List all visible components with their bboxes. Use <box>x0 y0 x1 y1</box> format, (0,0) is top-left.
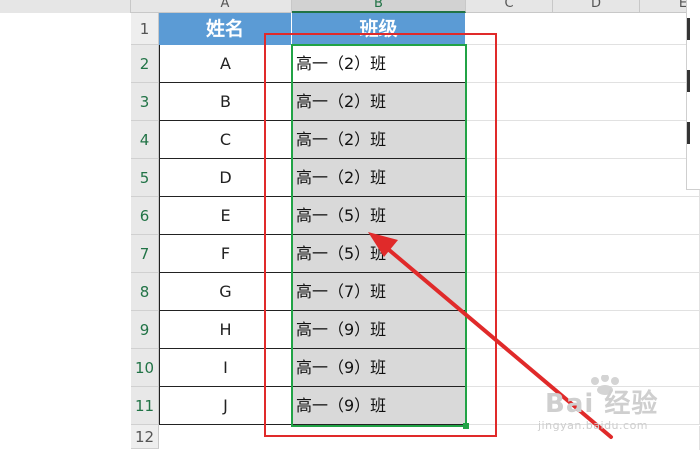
watermark-title: Bai 经验 <box>545 389 659 419</box>
panel-item-marker <box>687 122 690 144</box>
baidu-jingyan-watermark: Bai 经验 jingyan.baidu.com <box>535 375 700 450</box>
side-panel <box>686 0 700 190</box>
spreadsheet: A B C D E 1 2 3 4 5 6 7 8 9 10 11 12 姓名 班级 A 高一（2）班 B… <box>0 0 700 450</box>
panel-item-marker <box>687 18 690 40</box>
panel-item-marker <box>687 70 690 92</box>
watermark-url: jingyan.baidu.com <box>538 419 649 432</box>
